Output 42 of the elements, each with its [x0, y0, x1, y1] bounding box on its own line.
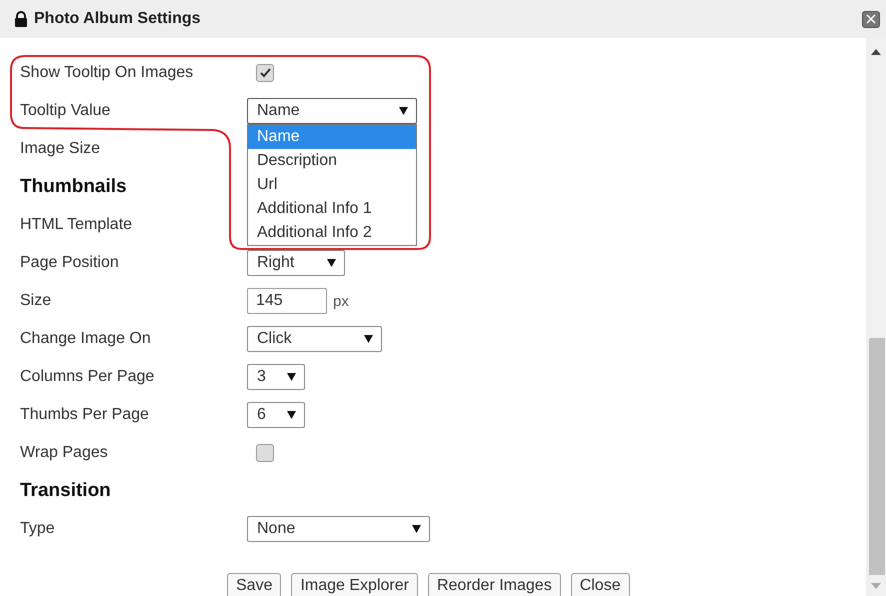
select-field[interactable]: 6	[247, 402, 305, 428]
dropdown-option[interactable]: Name	[248, 125, 416, 149]
field-label: Image Size	[20, 140, 102, 158]
checkbox[interactable]	[256, 64, 274, 82]
caret-icon	[287, 373, 296, 381]
select-field[interactable]: None	[247, 516, 430, 542]
select-field[interactable]: Name	[247, 98, 417, 124]
dialog-button[interactable]: Close	[570, 573, 630, 596]
scroll-down-icon[interactable]	[871, 583, 881, 589]
checkbox[interactable]	[256, 444, 274, 462]
caret-icon	[364, 335, 373, 343]
section-heading: Transition	[20, 480, 112, 502]
caret-icon	[412, 525, 421, 533]
field-label: Thumbs Per Page	[20, 406, 150, 424]
dialog-button[interactable]: Save	[227, 573, 282, 596]
field-label: Change Image On	[20, 330, 152, 348]
scroll-up-icon[interactable]	[871, 49, 881, 55]
lock-icon	[14, 11, 28, 27]
caret-icon	[399, 107, 408, 115]
field-label: Show Tooltip On Images	[20, 64, 194, 82]
field-label: Page Position	[20, 254, 120, 272]
field-label: Type	[20, 520, 56, 538]
select-field[interactable]: Click	[247, 326, 382, 352]
scroll-thumb[interactable]	[869, 338, 885, 575]
field-label: Tooltip Value	[20, 102, 112, 120]
field-label: Size	[20, 292, 52, 310]
field-label: Wrap Pages	[20, 444, 109, 462]
input-field[interactable]: 145	[247, 288, 327, 314]
select-field[interactable]: 3	[247, 364, 305, 390]
scrollbar[interactable]	[866, 38, 886, 596]
caret-icon	[327, 259, 336, 267]
section-heading: Thumbnails	[20, 176, 128, 198]
window-title: Photo Album Settings	[34, 10, 202, 28]
caret-icon	[287, 411, 296, 419]
checkmark-icon	[260, 68, 270, 78]
dialog-button[interactable]: Image Explorer	[291, 573, 418, 596]
field-label: Columns Per Page	[20, 368, 156, 386]
unit-label: px	[333, 292, 349, 310]
close-icon[interactable]	[862, 10, 880, 28]
select-field[interactable]: Right	[247, 250, 345, 276]
field-label: HTML Template	[20, 216, 134, 234]
dialog-button[interactable]: Reorder Images	[428, 573, 561, 596]
